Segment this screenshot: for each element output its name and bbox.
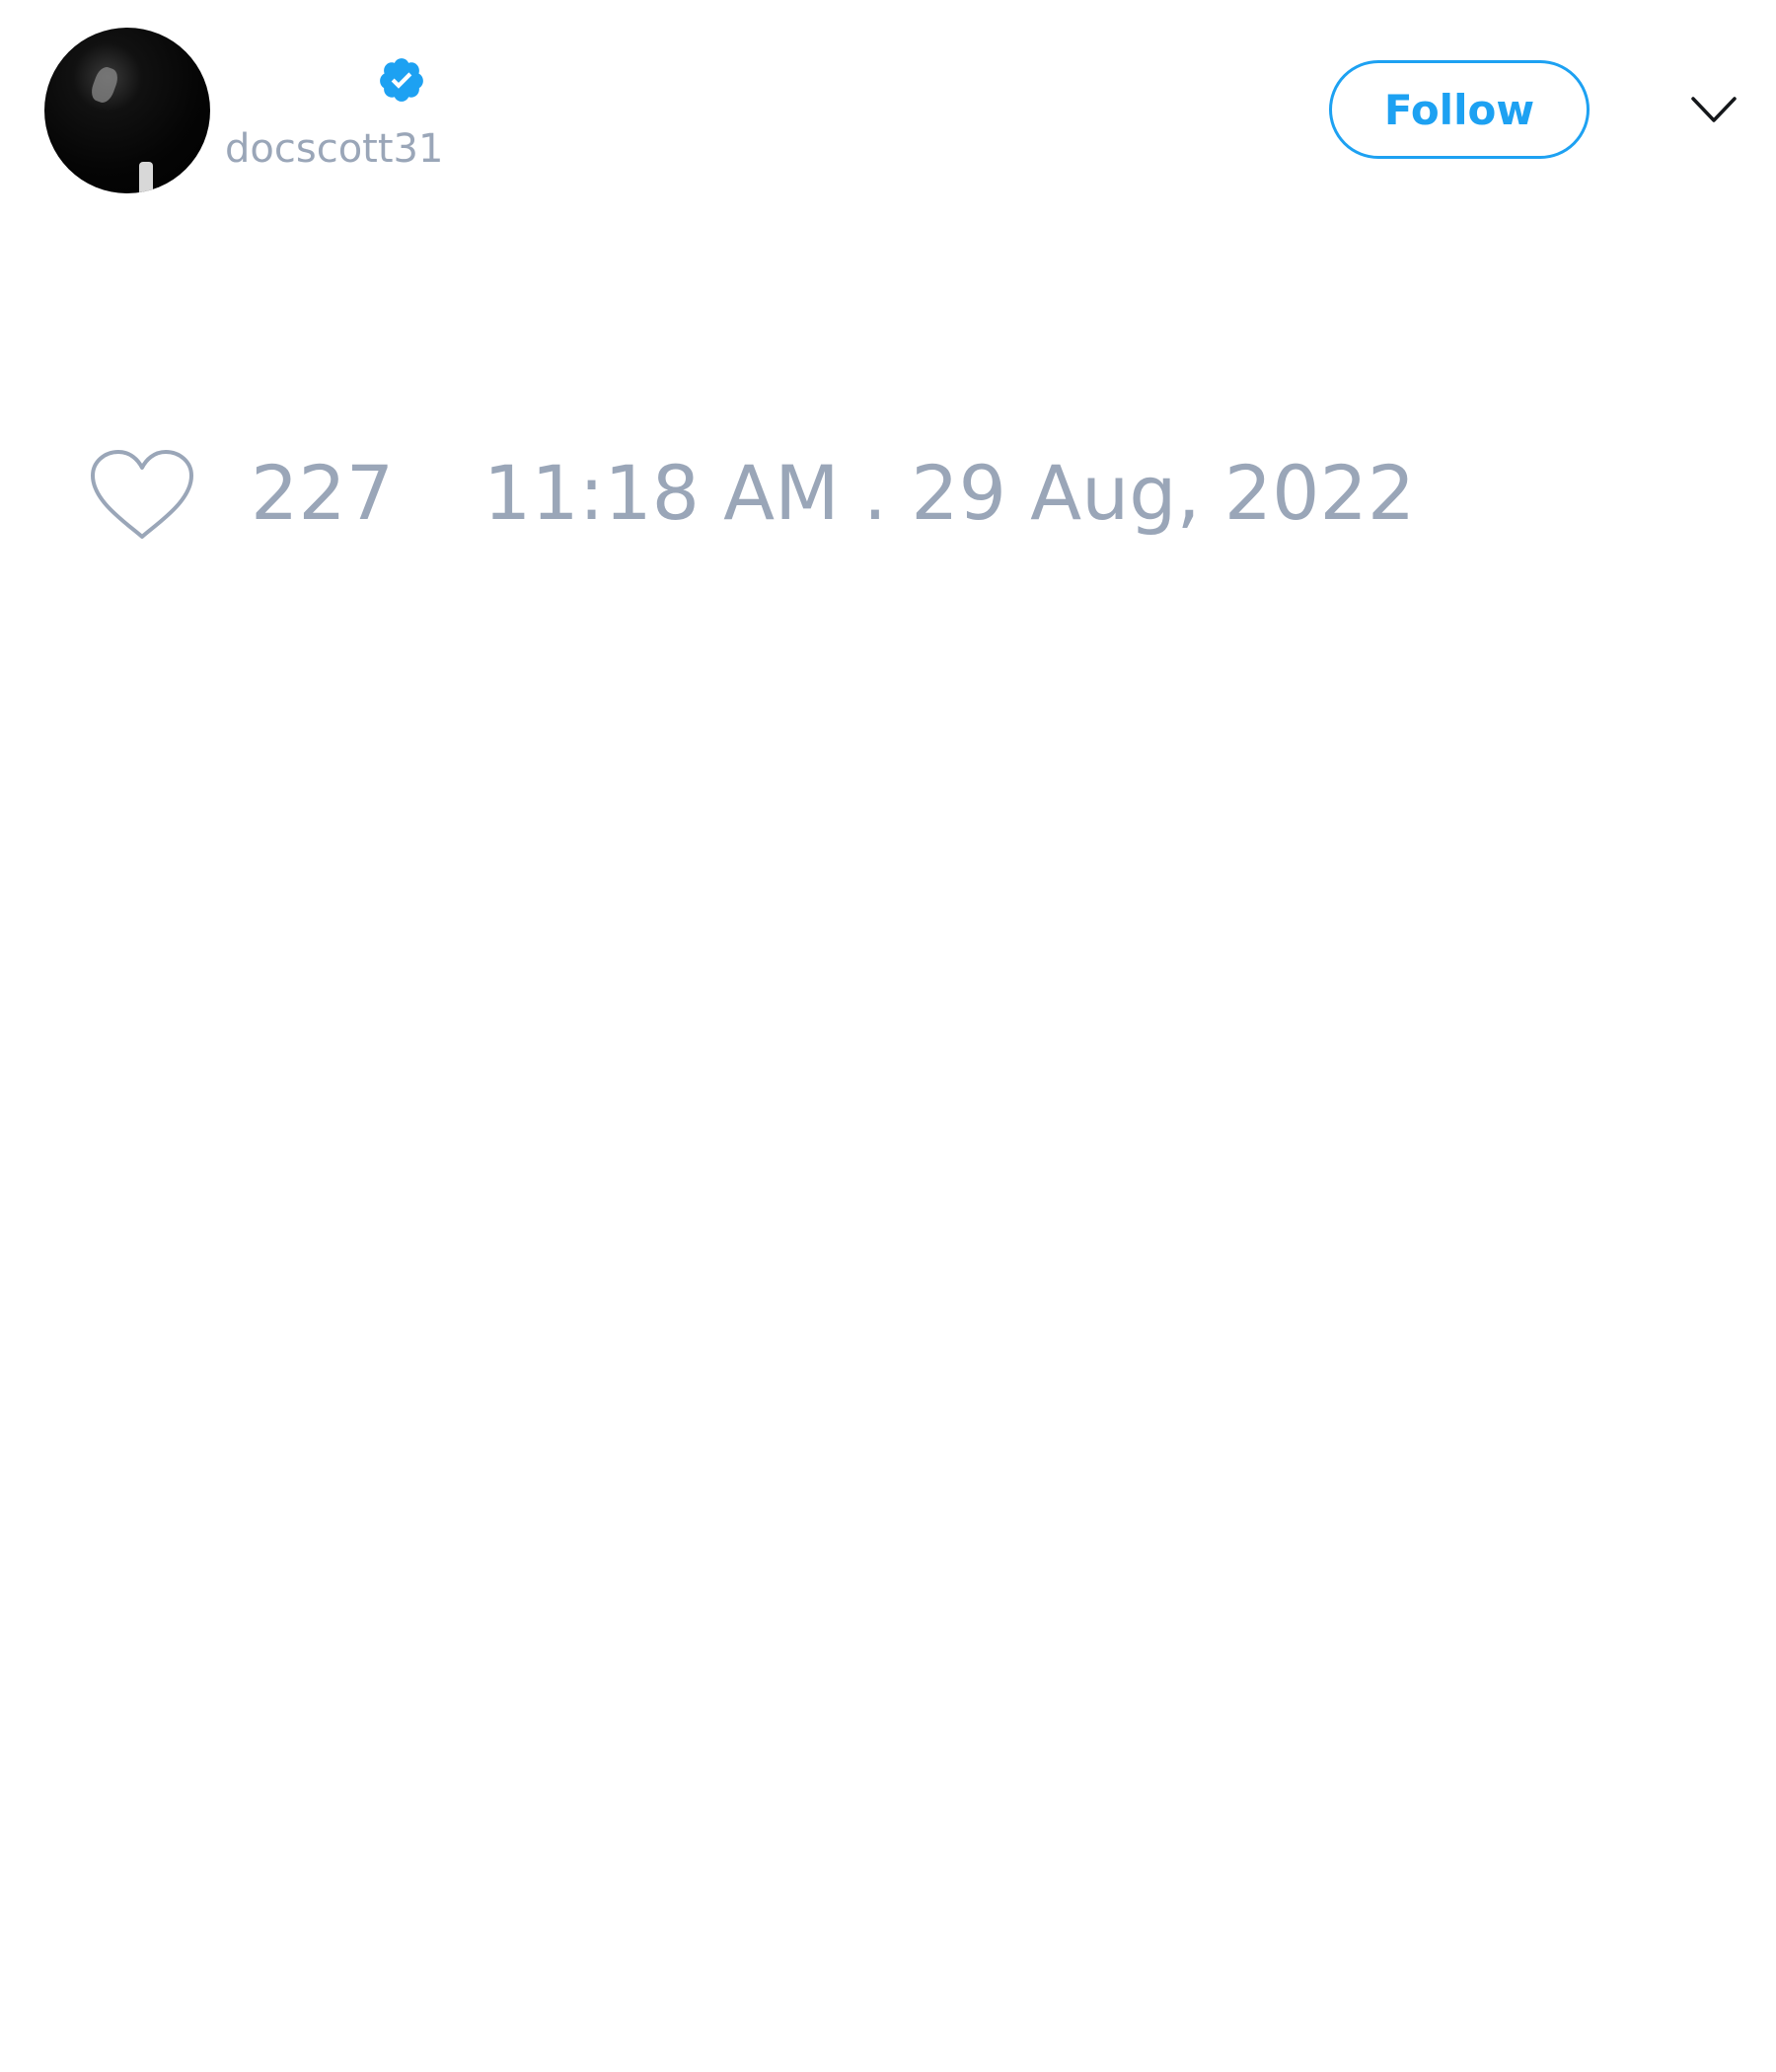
- tweet-timestamp[interactable]: 11:18 AM . 29 Aug, 2022: [483, 452, 1415, 535]
- verified-badge-icon: [380, 58, 423, 102]
- tweet-actions: 227 11:18 AM . 29 Aug, 2022: [87, 444, 1567, 543]
- heart-outline-icon[interactable]: [87, 448, 197, 543]
- avatar-highlight: [139, 162, 153, 193]
- avatar-highlight: [88, 64, 121, 106]
- tweet-card: docscott31 Follow 227 11:18 AM . 29 Aug,…: [0, 0, 1776, 2072]
- chevron-down-icon[interactable]: [1689, 91, 1739, 130]
- like-count: 227: [251, 449, 395, 537]
- avatar[interactable]: [44, 28, 210, 193]
- user-handle[interactable]: docscott31: [225, 126, 443, 172]
- follow-button[interactable]: Follow: [1329, 60, 1590, 159]
